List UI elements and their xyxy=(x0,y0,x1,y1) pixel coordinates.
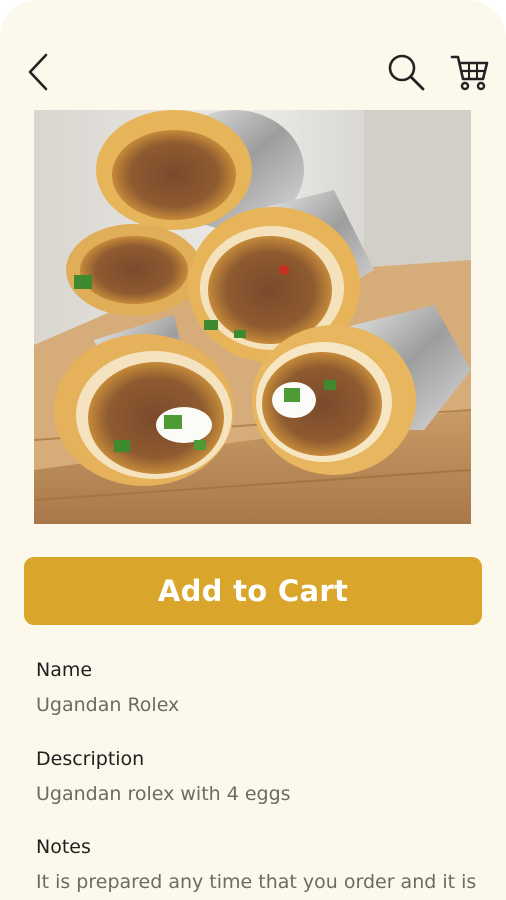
description-value: Ugandan rolex with 4 eggs xyxy=(36,783,291,805)
description-field: Description Ugandan rolex with 4 eggs xyxy=(36,747,486,807)
search-icon xyxy=(388,54,425,91)
cart-button[interactable] xyxy=(448,50,492,94)
back-button[interactable] xyxy=(18,50,58,94)
top-bar xyxy=(0,0,506,110)
name-field: Name Ugandan Rolex xyxy=(36,658,486,718)
product-detail-screen: Add to Cart Name Ugandan Rolex Descripti… xyxy=(0,0,506,900)
search-button[interactable] xyxy=(384,50,428,94)
description-label: Description xyxy=(36,748,145,770)
notes-field: Notes It is prepared any time that you o… xyxy=(36,835,486,900)
notes-value: It is prepared any time that you order a… xyxy=(36,871,477,900)
product-image xyxy=(34,110,471,524)
name-label: Name xyxy=(36,659,93,681)
chevron-left-icon xyxy=(28,53,48,91)
shopping-cart-icon xyxy=(450,55,489,91)
add-to-cart-button[interactable]: Add to Cart xyxy=(24,557,482,625)
notes-label: Notes xyxy=(36,836,91,858)
name-value: Ugandan Rolex xyxy=(36,694,180,716)
